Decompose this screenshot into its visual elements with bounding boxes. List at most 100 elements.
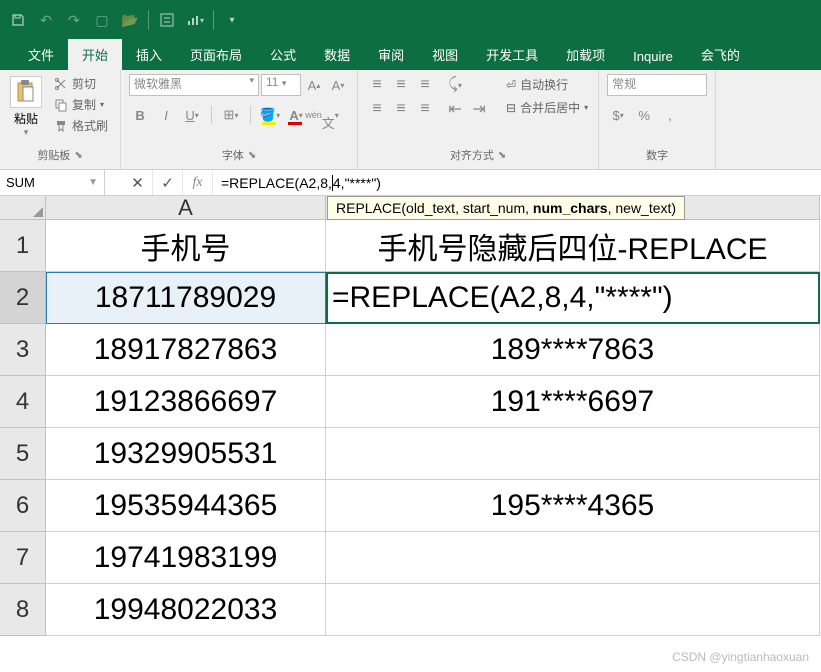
save-icon[interactable]: [4, 6, 32, 34]
cell-A1[interactable]: 手机号: [46, 220, 326, 272]
tab-review[interactable]: 审阅: [364, 39, 418, 70]
increase-indent-icon[interactable]: ⇥: [468, 98, 490, 120]
bold-button[interactable]: B: [129, 104, 151, 126]
table-row: 8 19948022033: [0, 584, 821, 636]
customize-icon[interactable]: ▾: [218, 6, 246, 34]
font-family-select[interactable]: 微软雅黑 ▾: [129, 74, 259, 96]
table-row: 4 19123866697 191****6697: [0, 376, 821, 428]
align-center-icon[interactable]: ≡: [390, 98, 412, 120]
cut-button[interactable]: 剪切: [50, 74, 112, 93]
row-header-7[interactable]: 7: [0, 532, 46, 584]
column-header-A[interactable]: A: [46, 196, 326, 220]
tab-home[interactable]: 开始: [68, 39, 122, 70]
ribbon-tabs: 文件 开始 插入 页面布局 公式 数据 审阅 视图 开发工具 加载项 Inqui…: [0, 40, 821, 70]
tab-inquire[interactable]: Inquire: [619, 43, 687, 70]
number-group: 常规 $▾ % , 数字: [599, 70, 716, 169]
accounting-button[interactable]: $▾: [607, 104, 629, 126]
enter-button[interactable]: ✓: [153, 170, 183, 195]
cell-B6[interactable]: 195****4365: [326, 480, 820, 532]
cell-A6[interactable]: 19535944365: [46, 480, 326, 532]
open-icon[interactable]: 📂: [116, 6, 144, 34]
select-all-corner[interactable]: [0, 196, 46, 220]
tab-developer[interactable]: 开发工具: [472, 39, 552, 70]
increase-font-icon[interactable]: A▴: [303, 74, 325, 96]
format-painter-button[interactable]: 格式刷: [50, 116, 112, 135]
cell-B3[interactable]: 189****7863: [326, 324, 820, 376]
decrease-font-icon[interactable]: A▾: [327, 74, 349, 96]
new-icon[interactable]: ▢: [88, 6, 116, 34]
cell-A8[interactable]: 19948022033: [46, 584, 326, 636]
decrease-indent-icon[interactable]: ⇤: [444, 98, 466, 120]
table-row: 6 19535944365 195****4365: [0, 480, 821, 532]
font-launcher-icon[interactable]: ⬊: [248, 150, 256, 161]
align-right-icon[interactable]: ≡: [414, 98, 436, 120]
tab-view[interactable]: 视图: [418, 39, 472, 70]
cell-B7[interactable]: [326, 532, 820, 584]
tab-custom[interactable]: 会飞的: [687, 39, 754, 70]
name-box-dropdown-icon[interactable]: ▼: [88, 177, 98, 188]
tab-data[interactable]: 数据: [310, 39, 364, 70]
alignment-launcher-icon[interactable]: ⬊: [498, 150, 506, 161]
phonetic-button[interactable]: wén文▾: [311, 104, 333, 126]
clipboard-launcher-icon[interactable]: ⬊: [74, 150, 82, 161]
paste-button[interactable]: 粘贴 ▾: [8, 74, 44, 140]
cell-A3[interactable]: 18917827863: [46, 324, 326, 376]
comma-button[interactable]: ,: [659, 104, 681, 126]
tab-addins[interactable]: 加载项: [552, 39, 619, 70]
row-header-3[interactable]: 3: [0, 324, 46, 376]
formula-input[interactable]: =REPLACE(A2,8,4,"****"): [213, 170, 821, 195]
align-left-icon[interactable]: ≡: [366, 98, 388, 120]
font-label: 字体: [222, 147, 244, 163]
clipboard-label: 剪贴板: [37, 147, 70, 163]
name-box[interactable]: SUM▼: [0, 170, 105, 195]
tab-page-layout[interactable]: 页面布局: [176, 39, 256, 70]
table-row: 7 19741983199: [0, 532, 821, 584]
cell-A5[interactable]: 19329905531: [46, 428, 326, 480]
orientation-icon[interactable]: ⤹▾: [444, 74, 466, 96]
cell-B2[interactable]: =REPLACE(A2,8,4,"****"): [326, 272, 820, 324]
row-header-6[interactable]: 6: [0, 480, 46, 532]
tab-formulas[interactable]: 公式: [256, 39, 310, 70]
align-middle-icon[interactable]: ≡: [390, 74, 412, 96]
number-format-select[interactable]: 常规: [607, 74, 707, 96]
cell-B1[interactable]: 手机号隐藏后四位-REPLACE: [326, 220, 820, 272]
table-row: 5 19329905531: [0, 428, 821, 480]
row-header-1[interactable]: 1: [0, 220, 46, 272]
percent-button[interactable]: %: [633, 104, 655, 126]
insert-function-button[interactable]: fx: [183, 170, 213, 195]
cell-A7[interactable]: 19741983199: [46, 532, 326, 584]
copy-button[interactable]: 复制 ▾: [50, 95, 112, 114]
row-header-5[interactable]: 5: [0, 428, 46, 480]
tab-file[interactable]: 文件: [14, 39, 68, 70]
cell-A2[interactable]: 18711789029: [46, 272, 326, 324]
redo-icon[interactable]: ↷: [60, 6, 88, 34]
calc-icon[interactable]: [153, 6, 181, 34]
tab-insert[interactable]: 插入: [122, 39, 176, 70]
font-color-button[interactable]: A▾: [285, 104, 307, 126]
ribbon: 粘贴 ▾ 剪切 复制 ▾ 格式刷 剪贴板⬊ 微软雅黑 ▾ 11 ▾ A▴ A▾ …: [0, 70, 821, 170]
font-size-select[interactable]: 11 ▾: [261, 74, 301, 96]
undo-icon[interactable]: ↶: [32, 6, 60, 34]
spreadsheet: REPLACE(old_text, start_num, num_chars, …: [0, 196, 821, 636]
copy-label: 复制: [72, 96, 96, 113]
table-row: 1 手机号 手机号隐藏后四位-REPLACE: [0, 220, 821, 272]
wrap-text-button[interactable]: ⏎自动换行: [504, 74, 590, 95]
alignment-group: ≡ ≡ ≡ ≡ ≡ ≡ ⤹▾ ⇤ ⇥ ⏎自动换行 ⊟合并后居中 ▾: [358, 70, 599, 169]
chart-icon[interactable]: ▾: [181, 6, 209, 34]
cell-A4[interactable]: 19123866697: [46, 376, 326, 428]
row-header-2[interactable]: 2: [0, 272, 46, 324]
align-top-icon[interactable]: ≡: [366, 74, 388, 96]
underline-button[interactable]: U▾: [181, 104, 203, 126]
cancel-button[interactable]: ✕: [123, 170, 153, 195]
row-header-4[interactable]: 4: [0, 376, 46, 428]
cell-B5[interactable]: [326, 428, 820, 480]
align-bottom-icon[interactable]: ≡: [414, 74, 436, 96]
cell-B8[interactable]: [326, 584, 820, 636]
fill-color-button[interactable]: 🪣▾: [259, 104, 281, 126]
merge-center-button[interactable]: ⊟合并后居中 ▾: [504, 97, 590, 118]
table-row: 2 18711789029 =REPLACE(A2,8,4,"****"): [0, 272, 821, 324]
italic-button[interactable]: I: [155, 104, 177, 126]
cell-B4[interactable]: 191****6697: [326, 376, 820, 428]
row-header-8[interactable]: 8: [0, 584, 46, 636]
border-button[interactable]: ⊞▾: [220, 104, 242, 126]
